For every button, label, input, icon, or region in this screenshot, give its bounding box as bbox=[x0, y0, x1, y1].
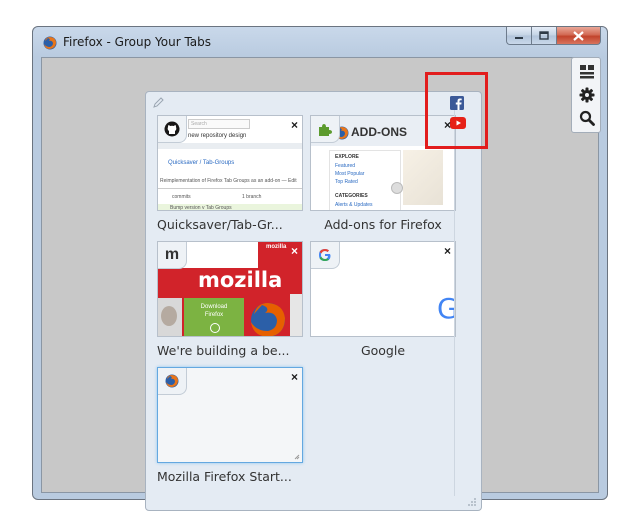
preview-edge bbox=[290, 294, 302, 336]
tab-groups-canvas[interactable]: × Search new repository design Quicksave… bbox=[41, 57, 599, 511]
firefox-icon bbox=[165, 374, 179, 388]
preview-link: Most Popular bbox=[335, 171, 365, 177]
download-label: Firefox bbox=[204, 312, 224, 318]
close-window-button[interactable] bbox=[557, 27, 601, 45]
window-title: Firefox - Group Your Tabs bbox=[63, 35, 212, 49]
tab-title: Google bbox=[360, 343, 406, 358]
tab-stack-strip bbox=[454, 104, 481, 496]
tab-favicon: m bbox=[158, 242, 187, 269]
preview-photo bbox=[158, 298, 182, 336]
tab-thumbnail[interactable]: × bbox=[157, 367, 303, 463]
tab-close-button[interactable]: × bbox=[291, 244, 298, 258]
title-bar[interactable]: Firefox - Group Your Tabs bbox=[33, 27, 607, 57]
side-toolbar bbox=[571, 57, 601, 133]
tab-tile[interactable]: m mozilla × mozilla Download Firefox We'… bbox=[157, 241, 303, 358]
tab-favicon bbox=[158, 368, 187, 395]
carousel-arrow bbox=[391, 182, 403, 194]
preview-stat: 1 branch bbox=[242, 194, 262, 200]
download-box: Download Firefox bbox=[184, 298, 244, 336]
minimize-button[interactable] bbox=[506, 27, 532, 45]
groups-view-icon[interactable] bbox=[579, 64, 595, 80]
tab-tile[interactable]: × Search new repository design Quicksave… bbox=[157, 115, 303, 232]
window-controls bbox=[506, 27, 601, 47]
tab-favicon bbox=[311, 116, 340, 143]
mozilla-wordmark: mozilla bbox=[198, 268, 283, 292]
preview-desc: Reimplementation of Firefox Tab Groups a… bbox=[160, 178, 297, 184]
tab-title: Quicksaver/Tab-Gr... bbox=[157, 217, 283, 232]
download-label: Download bbox=[200, 304, 228, 310]
preview-row: Bump version v Tab Groups bbox=[158, 204, 302, 211]
tab-close-button[interactable]: × bbox=[291, 118, 298, 132]
resize-grip-icon[interactable] bbox=[467, 497, 477, 507]
firefox-logo bbox=[251, 303, 285, 336]
google-icon bbox=[319, 249, 331, 261]
tab-title: Add-ons for Firefox bbox=[324, 217, 442, 232]
tab-favicon bbox=[311, 242, 340, 269]
highlight-box bbox=[425, 72, 488, 149]
tab-group[interactable]: × Search new repository design Quicksave… bbox=[145, 91, 482, 511]
search-placeholder: Search bbox=[191, 121, 207, 127]
preview-link: Top Rated bbox=[335, 179, 358, 185]
puzzle-piece-icon bbox=[319, 124, 332, 136]
gear-icon[interactable] bbox=[579, 87, 595, 103]
tab-close-button[interactable]: × bbox=[291, 370, 298, 384]
tab-thumbnail[interactable]: m mozilla × mozilla Download Firefox bbox=[157, 241, 303, 337]
tab-close-button[interactable]: × bbox=[444, 244, 451, 258]
tab-close-button[interactable]: × bbox=[444, 118, 451, 132]
preview-stat: commits bbox=[172, 194, 191, 200]
divider bbox=[158, 188, 302, 189]
preview-link: Featured bbox=[335, 163, 356, 169]
tab-thumbnail[interactable]: × G bbox=[310, 241, 456, 337]
preview-link: Alerts & Updates bbox=[335, 202, 373, 208]
firefox-icon bbox=[43, 36, 57, 50]
preview-row-text: Bump version v Tab Groups bbox=[170, 205, 232, 211]
pencil-icon[interactable] bbox=[152, 97, 164, 109]
preview-heading: ADD-ONS bbox=[351, 125, 407, 139]
github-icon bbox=[164, 121, 180, 137]
tab-tile[interactable]: × G Google bbox=[310, 241, 456, 358]
maximize-button[interactable] bbox=[532, 27, 557, 45]
close-icon bbox=[573, 30, 584, 41]
maximize-icon bbox=[539, 31, 549, 40]
app-window: Firefox - Group Your Tabs × Search new r… bbox=[32, 26, 608, 511]
search-icon[interactable] bbox=[579, 110, 595, 126]
tab-thumbnail[interactable]: × Search new repository design Quicksave… bbox=[157, 115, 303, 211]
search-input: Search bbox=[188, 119, 250, 129]
preview-heading: new repository design bbox=[188, 133, 247, 139]
tab-title: We're building a be... bbox=[157, 343, 290, 358]
preview-link: Quicksaver / Tab-Groups bbox=[168, 160, 235, 166]
tab-tile-active[interactable]: × Mozilla Firefox Start... bbox=[157, 367, 303, 484]
preview-section: CATEGORIES bbox=[335, 193, 368, 199]
preview-corner-text: mozilla bbox=[266, 244, 287, 250]
preview-section: EXPLORE bbox=[335, 154, 359, 160]
preview-bar bbox=[158, 143, 302, 149]
tab-favicon bbox=[158, 116, 187, 143]
minimize-icon bbox=[515, 36, 523, 39]
preview-image bbox=[403, 150, 443, 205]
resize-corner-icon bbox=[294, 454, 300, 460]
tab-title: Mozilla Firefox Start... bbox=[157, 469, 292, 484]
